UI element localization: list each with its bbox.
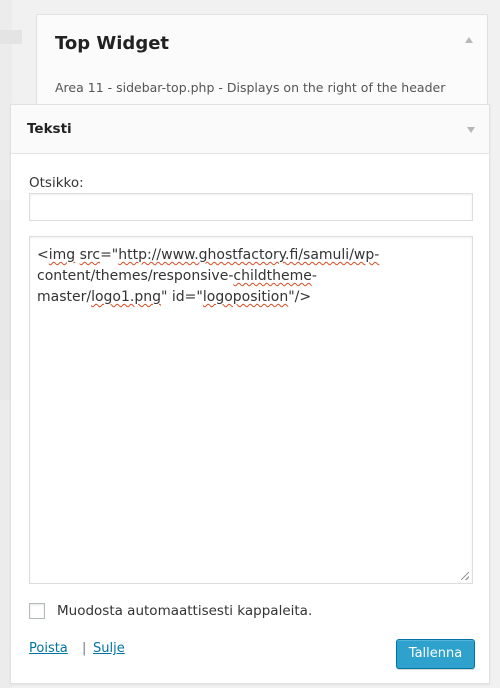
widget-editor-screen: Top Widget Area 11 - sidebar-top.php - D… [0, 0, 500, 688]
background-panel-edge [0, 200, 10, 400]
background-notch [0, 30, 22, 44]
delete-link[interactable]: Poista [29, 641, 68, 656]
title-input[interactable] [29, 193, 473, 221]
auto-paragraph-label: Muodosta automaattisesti kappaleita. [57, 603, 313, 619]
resize-handle-icon[interactable] [461, 572, 469, 580]
arrow-up-icon[interactable] [465, 37, 473, 43]
content-text-misspelled: childtheme [233, 268, 312, 284]
title-field-label: Otsikko: [29, 175, 84, 191]
content-text: " id=" [161, 289, 203, 305]
content-text-misspelled: img [48, 247, 76, 263]
sidebar-description: Area 11 - sidebar-top.php - Displays on … [55, 80, 446, 95]
link-separator: | [82, 641, 87, 656]
arrow-down-icon[interactable] [467, 127, 475, 133]
content-text-misspelled: src [79, 247, 101, 263]
content-text: master/ [37, 289, 92, 305]
close-link[interactable]: Sulje [93, 641, 125, 656]
content-text: "/> [288, 289, 312, 305]
content-text-misspelled: http://www.ghostfactory.fi/samuli/wp- [118, 247, 380, 263]
content-textarea[interactable]: <img src="http://www.ghostfactory.fi/sam… [29, 236, 473, 584]
auto-paragraph-checkbox[interactable] [29, 603, 45, 619]
widget-header[interactable]: Teksti [11, 105, 489, 154]
content-text-misspelled: logo1.png [91, 289, 162, 305]
content-text: < [37, 247, 49, 263]
sidebar-area-panel[interactable]: Top Widget Area 11 - sidebar-top.php - D… [36, 14, 488, 106]
text-widget: Teksti Otsikko: <img src="http://www.gho… [10, 104, 490, 684]
content-text-misspelled: logoposition [202, 289, 289, 305]
sidebar-title: Top Widget [55, 33, 170, 54]
content-text: - [311, 268, 317, 284]
widget-title: Teksti [27, 121, 72, 137]
content-text: content/themes/responsive- [37, 268, 234, 284]
content-text: =" [100, 247, 119, 263]
save-button[interactable]: Tallenna [396, 639, 475, 669]
